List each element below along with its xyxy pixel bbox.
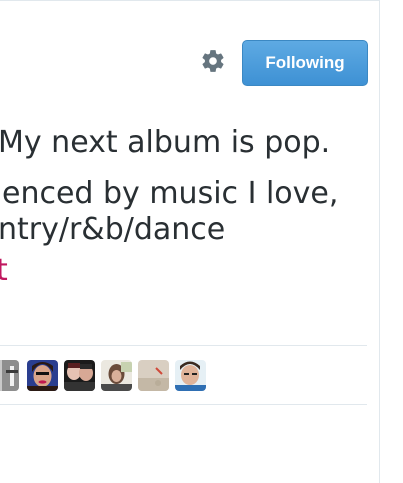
avatar[interactable]: [175, 360, 206, 391]
tweet-link[interactable]: t: [0, 253, 8, 288]
card-border-right: [379, 0, 380, 483]
tweet-link-line: t: [0, 253, 8, 289]
card-border-top: [0, 0, 380, 1]
divider: [0, 404, 367, 405]
avatar[interactable]: [0, 360, 19, 391]
tweet-text-line: My next album is pop.: [0, 125, 331, 160]
divider: [0, 345, 367, 346]
tweet-text-line: enced by music I love,: [2, 176, 339, 211]
avatar[interactable]: [101, 360, 132, 391]
avatar[interactable]: [64, 360, 95, 391]
avatar[interactable]: [27, 360, 58, 391]
gear-icon[interactable]: [200, 48, 226, 74]
tweet-text-line: ntry/r&b/dance: [0, 212, 226, 247]
following-button[interactable]: Following: [242, 40, 368, 86]
avatar[interactable]: [138, 360, 169, 391]
